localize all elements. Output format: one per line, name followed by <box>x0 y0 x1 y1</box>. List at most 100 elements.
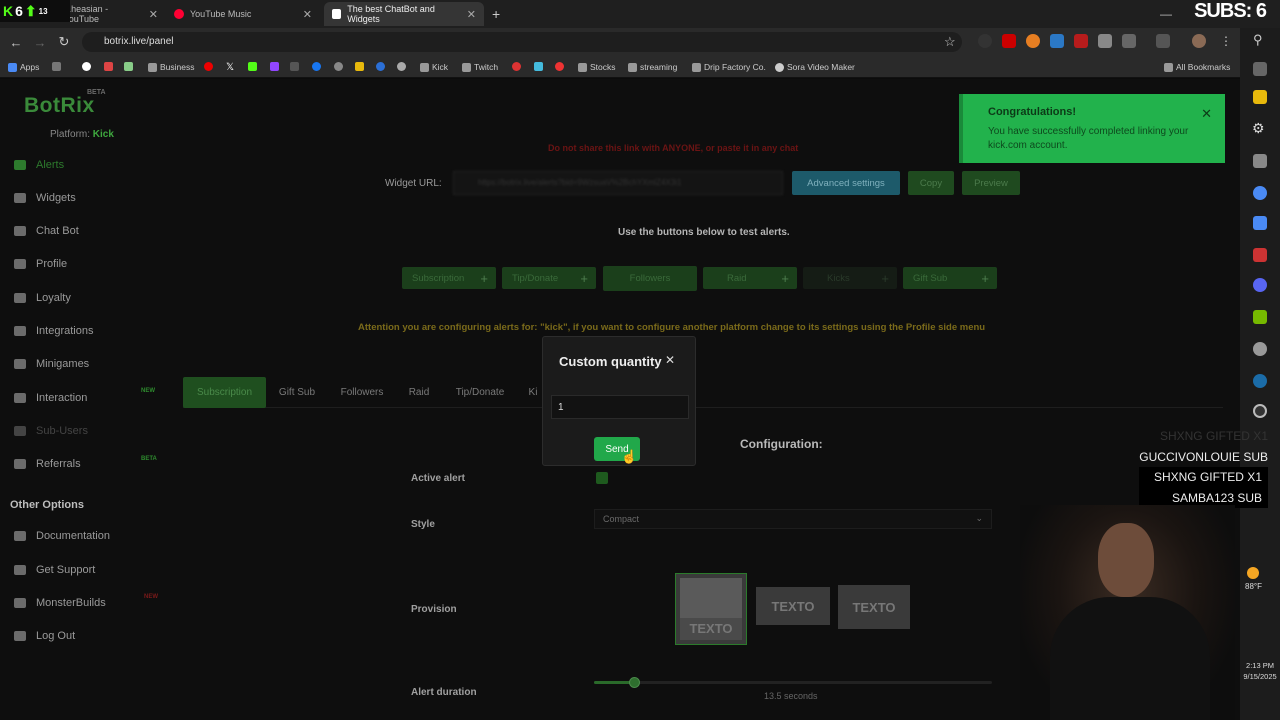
bookmark-star-icon[interactable]: ☆ <box>944 34 956 50</box>
bookmark-item[interactable] <box>512 62 521 71</box>
test-subscription-button[interactable]: Subscription + <box>402 267 496 289</box>
close-icon[interactable]: ✕ <box>303 8 312 21</box>
copy-button[interactable]: Copy <box>908 171 954 195</box>
cast-icon[interactable] <box>1156 34 1170 48</box>
active-alert-checkbox[interactable] <box>596 472 608 484</box>
sidebar-item-monsterbuilds[interactable]: MonsterBuilds <box>14 597 106 609</box>
bookmark-item[interactable] <box>290 62 299 71</box>
sidebar-item-integrations[interactable]: Integrations <box>14 325 93 337</box>
style-select[interactable]: Compact ⌄ <box>594 509 992 529</box>
extension-icon[interactable] <box>1074 34 1088 48</box>
tab-tip-donate[interactable]: Tip/Donate <box>445 377 515 408</box>
close-icon[interactable]: ✕ <box>149 8 158 21</box>
bookmark-item[interactable] <box>248 62 257 71</box>
bookmark-drip-factory[interactable]: Drip Factory Co. <box>692 62 766 72</box>
tab-followers[interactable]: Followers <box>329 377 395 408</box>
preview-button[interactable]: Preview <box>962 171 1020 195</box>
advanced-settings-button[interactable]: Advanced settings <box>792 171 900 195</box>
bookmark-business[interactable]: Business <box>148 62 195 72</box>
close-icon[interactable]: ✕ <box>665 353 675 367</box>
alert-duration-slider[interactable] <box>594 677 992 688</box>
bookmark-item[interactable] <box>82 62 91 71</box>
sidebar-item-minigames[interactable]: Minigames <box>14 358 89 370</box>
tab-subscription[interactable]: Subscription <box>183 377 266 408</box>
app-icon[interactable] <box>1253 342 1267 356</box>
reload-icon[interactable]: ↻ <box>52 34 76 50</box>
sidebar-item-profile[interactable]: Profile <box>14 258 67 270</box>
obs-icon[interactable] <box>1253 404 1267 418</box>
extension-icon[interactable] <box>978 34 992 48</box>
puzzle-icon[interactable] <box>1122 34 1136 48</box>
search-icon[interactable]: ⚲ <box>1253 32 1263 48</box>
shield-icon[interactable] <box>1098 34 1112 48</box>
back-icon[interactable]: ← <box>4 35 28 50</box>
test-raid-button[interactable]: Raid + <box>703 267 797 289</box>
app-icon[interactable] <box>1253 154 1267 168</box>
bookmark-apps[interactable]: Apps <box>8 62 39 72</box>
steam-icon[interactable] <box>1253 374 1267 388</box>
bookmark-item[interactable] <box>355 62 364 71</box>
slider-thumb[interactable] <box>628 677 640 688</box>
tab-gift-sub[interactable]: Gift Sub <box>269 377 325 408</box>
sidebar-item-sub-users[interactable]: Sub-Users <box>14 425 88 437</box>
quantity-input[interactable] <box>551 395 689 419</box>
bookmark-stocks[interactable]: Stocks <box>578 62 616 72</box>
sidebar-item-referrals[interactable]: Referrals <box>14 458 81 470</box>
tab-botrix[interactable]: The best ChatBot and Widgets ✕ <box>324 2 484 26</box>
new-tab-button[interactable]: + <box>484 2 504 26</box>
extension-icon[interactable] <box>1050 34 1064 48</box>
tab-youtube-music[interactable]: YouTube Music ✕ <box>166 2 320 26</box>
sidebar-item-log-out[interactable]: Log Out <box>14 630 75 642</box>
provision-option-horizontal[interactable]: TEXTO <box>756 587 830 625</box>
test-kicks-button[interactable]: Kicks + <box>803 267 897 289</box>
bookmark-item[interactable] <box>124 62 133 71</box>
provision-option-text-only[interactable]: TEXTO <box>838 585 910 629</box>
widget-url-field[interactable]: https://botrix.live/alerts?bid=9WzsuaV%2… <box>453 171 783 195</box>
bookmark-kick[interactable]: Kick <box>420 62 448 72</box>
sidebar-item-loyalty[interactable]: Loyalty <box>14 292 71 304</box>
sidebar-item-interaction[interactable]: Interaction <box>14 392 87 404</box>
botrix-logo[interactable]: BotRix <box>24 94 95 118</box>
extension-icon[interactable] <box>1002 34 1016 48</box>
forward-icon[interactable]: → <box>28 35 52 50</box>
bookmark-item[interactable] <box>312 62 321 71</box>
bookmark-sora[interactable]: Sora Video Maker <box>775 62 855 72</box>
app-icon[interactable] <box>1253 90 1267 104</box>
bookmark-streaming[interactable]: streaming <box>628 62 677 72</box>
url-field[interactable]: botrix.live/panel <box>82 32 962 52</box>
bookmark-item[interactable] <box>534 62 543 71</box>
bookmark-item[interactable] <box>376 62 385 71</box>
test-followers-button[interactable]: Followers <box>603 266 697 291</box>
bookmark-item[interactable] <box>104 62 113 71</box>
provision-option-vertical[interactable]: TEXTO <box>675 573 747 645</box>
app-icon[interactable] <box>1253 248 1267 262</box>
bookmark-item[interactable] <box>204 62 213 71</box>
avatar[interactable] <box>1192 34 1206 48</box>
sidebar-item-documentation[interactable]: Documentation <box>14 530 110 542</box>
tab-kicks[interactable]: Ki <box>523 377 543 408</box>
tab-raid[interactable]: Raid <box>399 377 439 408</box>
sidebar-item-get-support[interactable]: Get Support <box>14 564 95 576</box>
bookmark-item[interactable] <box>397 62 406 71</box>
bookmark-all[interactable]: All Bookmarks <box>1164 62 1230 72</box>
bookmark-item[interactable]: 𝕏 <box>226 62 234 73</box>
bookmark-item[interactable] <box>270 62 279 71</box>
close-icon[interactable]: ✕ <box>467 8 476 21</box>
nvidia-icon[interactable] <box>1253 310 1267 324</box>
gear-icon[interactable]: ⚙ <box>1252 120 1265 137</box>
close-icon[interactable]: ✕ <box>1201 106 1212 122</box>
bookmark-item[interactable] <box>334 62 343 71</box>
bookmark-item[interactable] <box>52 62 61 71</box>
test-tip-button[interactable]: Tip/Donate + <box>502 267 596 289</box>
test-gift-sub-button[interactable]: Gift Sub + <box>903 267 997 289</box>
chrome-icon[interactable] <box>1253 186 1267 200</box>
bookmark-twitch[interactable]: Twitch <box>462 62 498 72</box>
menu-icon[interactable]: ⋮ <box>1220 34 1232 48</box>
app-icon[interactable] <box>1253 216 1267 230</box>
extension-icon[interactable] <box>1026 34 1040 48</box>
minimize-button[interactable]: — <box>1152 2 1172 26</box>
sidebar-item-chat-bot[interactable]: Chat Bot <box>14 225 79 237</box>
sidebar-item-widgets[interactable]: Widgets <box>14 192 76 204</box>
discord-icon[interactable] <box>1253 278 1267 292</box>
side-panel-icon[interactable] <box>1253 62 1267 76</box>
